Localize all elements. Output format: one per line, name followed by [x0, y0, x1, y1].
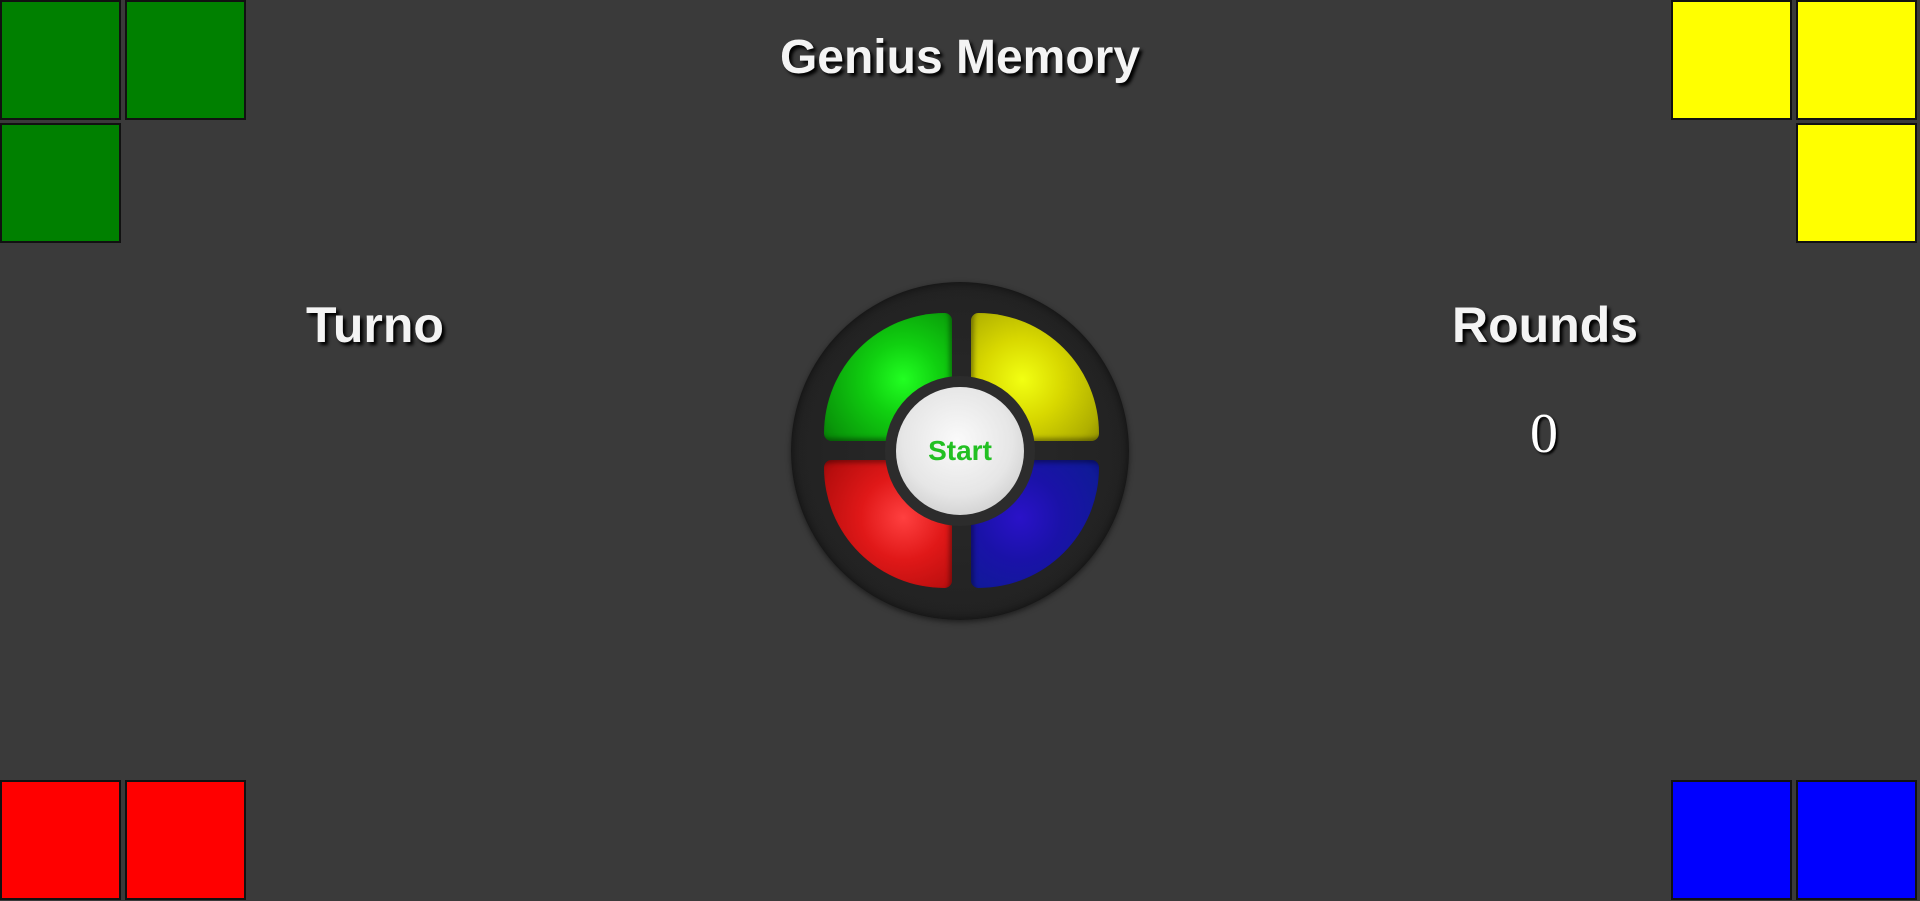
corner-tile-yellow [1796, 123, 1917, 243]
corner-tile-red [0, 780, 121, 900]
rounds-label: Rounds [1452, 297, 1639, 353]
center-ring: Start [885, 376, 1035, 526]
corner-tile-red [125, 780, 246, 900]
turn-label: Turno [306, 297, 444, 353]
corner-tile-green [0, 123, 121, 243]
game-stage: Genius Memory Turno Rounds 0 Start [0, 0, 1920, 901]
corner-tile-blue [1796, 780, 1917, 900]
start-button[interactable]: Start [896, 387, 1024, 515]
page-title: Genius Memory [779, 31, 1141, 84]
corner-tile-blue [1671, 780, 1792, 900]
simon-board: Start [791, 282, 1129, 620]
rounds-counter: 0 [1530, 403, 1558, 465]
